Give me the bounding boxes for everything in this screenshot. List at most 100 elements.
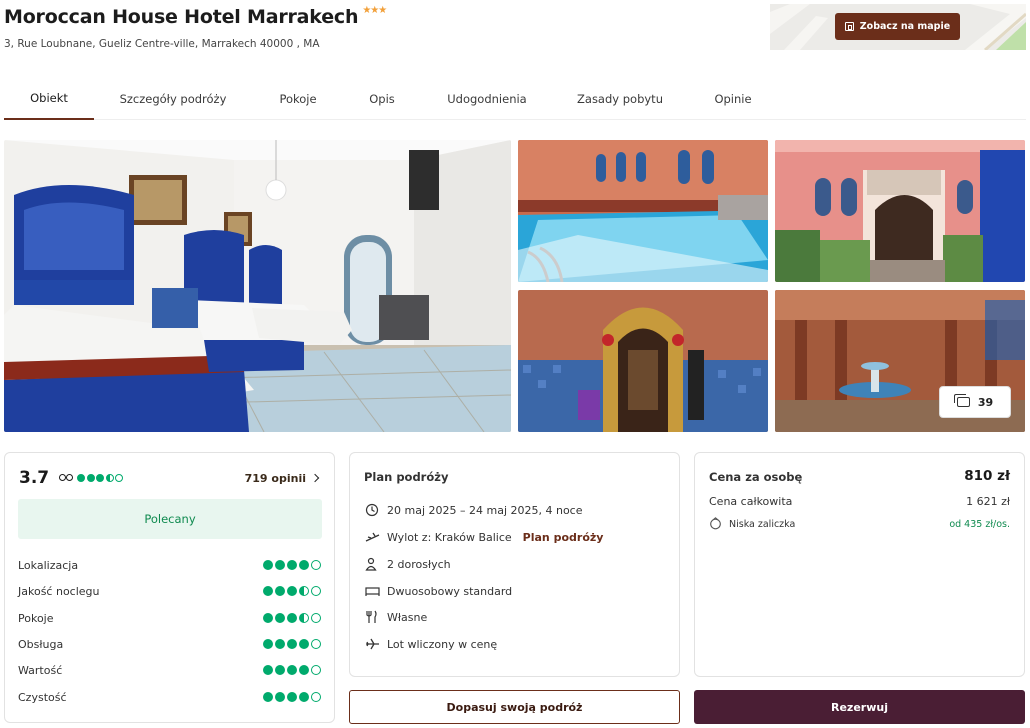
tab-opinie[interactable]: Opinie — [704, 78, 762, 120]
photo-interior-door[interactable] — [518, 290, 768, 432]
rating-row-quality: Jakość noclegu — [18, 583, 321, 599]
chevron-right-icon — [310, 473, 320, 483]
rating-dot — [275, 560, 285, 570]
tab-udogodnienia[interactable]: Udogodnienia — [440, 78, 534, 120]
customize-trip-button[interactable]: Dopasuj swoją podróż — [349, 690, 680, 724]
star-rating: ★★★ — [362, 5, 387, 16]
price-total: Cena całkowita 1 621 zł — [709, 493, 1010, 509]
rating-dot — [105, 474, 114, 482]
plan-board: Własne — [364, 609, 665, 625]
rating-row-dots — [263, 586, 321, 596]
rating-dot — [287, 613, 297, 623]
rating-dot — [275, 639, 285, 649]
bedroom-image — [4, 140, 511, 432]
price-card: Cena za osobę 810 zł Cena całkowita 1 62… — [694, 452, 1025, 677]
rating-row-label: Jakość noclegu — [18, 584, 100, 598]
plan-board-text: Własne — [387, 610, 428, 624]
rating-row-service: Obsługa — [18, 636, 321, 652]
cutlery-icon — [364, 610, 380, 624]
photo-count-value: 39 — [977, 395, 994, 409]
photo-courtyard-fountain[interactable]: 39 — [775, 290, 1025, 432]
price-deposit: Niska zaliczka od 435 zł/os. — [709, 516, 1010, 532]
tab-opis[interactable]: Opis — [360, 78, 404, 120]
rating-dot — [287, 665, 297, 675]
rating-dot — [299, 692, 309, 702]
price-per-person-label: Cena za osobę — [709, 470, 803, 484]
rating-dot — [275, 692, 285, 702]
rating-dot — [263, 586, 273, 596]
plan-room-text: Dwuosobowy standard — [387, 584, 513, 598]
plan-departure: Wylot z: Kraków Balice Plan podróży — [364, 529, 665, 545]
interior-door-image — [518, 290, 768, 432]
plan-departure-text: Wylot z: Kraków Balice — [387, 530, 512, 544]
rating-score: 3.7 — [19, 468, 50, 488]
rating-dot — [299, 560, 309, 570]
photo-entrance[interactable] — [775, 140, 1025, 282]
price-per-person-value: 810 zł — [964, 468, 1010, 484]
rating-row-value: Wartość — [18, 662, 321, 678]
rating-dot — [263, 639, 273, 649]
tab-pokoje[interactable]: Pokoje — [266, 78, 330, 120]
calendar-icon — [364, 503, 380, 517]
bed-icon — [364, 584, 380, 598]
plan-flight-text: Lot wliczony w cenę — [387, 637, 498, 651]
rating-dot — [311, 639, 321, 649]
rating-row-label: Obsługa — [18, 637, 64, 651]
entrance-image — [775, 140, 1025, 282]
rating-dot — [77, 474, 86, 482]
rating-row-cleanliness: Czystość — [18, 689, 321, 705]
plan-departure-link[interactable]: Plan podróży — [523, 531, 604, 544]
rating-dot — [311, 665, 321, 675]
rating-dot — [287, 639, 297, 649]
plane-icon — [364, 637, 380, 651]
show-on-map-button[interactable]: Zobacz na mapie — [835, 13, 960, 40]
photo-pool[interactable] — [518, 140, 768, 282]
plan-guests: 2 dorosłych — [364, 556, 665, 572]
book-button[interactable]: Rezerwuj — [694, 690, 1025, 724]
rating-dot — [287, 560, 297, 570]
map-preview[interactable]: Zobacz na mapie — [770, 4, 1026, 50]
trip-plan-title: Plan podróży — [364, 470, 449, 484]
tab-obiekt[interactable]: Obiekt — [4, 78, 94, 120]
piggy-bank-icon — [709, 517, 723, 531]
hotel-address: 3, Rue Loubnane, Gueliz Centre-ville, Ma… — [4, 38, 320, 50]
trip-plan-card: Plan podróży 20 maj 2025 – 24 maj 2025, … — [349, 452, 680, 677]
rating-dot — [299, 665, 309, 675]
rating-dot — [287, 586, 297, 596]
plan-room: Dwuosobowy standard — [364, 583, 665, 599]
rating-dot — [263, 665, 273, 675]
rating-dot — [275, 586, 285, 596]
rating-dots — [77, 474, 124, 482]
recommended-badge: Polecany — [18, 499, 322, 539]
rating-dot — [263, 692, 273, 702]
rating-dot — [275, 665, 285, 675]
rating-dot — [311, 613, 321, 623]
rating-row-dots — [263, 613, 321, 623]
guests-icon — [364, 557, 380, 571]
pool-image — [518, 140, 768, 282]
map-pin-icon — [844, 22, 854, 31]
price-deposit-value: od 435 zł/os. — [949, 518, 1010, 530]
tab-zasady-pobytu[interactable]: Zasady pobytu — [570, 78, 670, 120]
rating-dot — [263, 560, 273, 570]
rating-dot — [311, 692, 321, 702]
reviews-link[interactable]: 719 opinii — [245, 472, 320, 485]
rating-card: 3.7 719 opinii Polecany Lokalizacja Jako… — [4, 452, 335, 723]
show-on-map-label: Zobacz na mapie — [859, 21, 951, 32]
rating-row-dots — [263, 560, 321, 570]
rating-row-location: Lokalizacja — [18, 557, 321, 573]
rating-dot — [86, 474, 95, 482]
rating-dot — [263, 613, 273, 623]
rating-row-label: Wartość — [18, 663, 63, 677]
tab-szczegoly-podrozy[interactable]: Szczegóły podróży — [114, 78, 232, 120]
rating-dot — [96, 474, 105, 482]
hotel-name: Moroccan House Hotel Marrakech — [4, 6, 359, 28]
tripadvisor-icon — [59, 474, 74, 482]
photo-gallery-count-button[interactable]: 39 — [939, 386, 1011, 418]
plan-dates-text: 20 maj 2025 – 24 maj 2025, 4 noce — [387, 503, 583, 517]
section-tabs: Obiekt Szczegóły podróży Pokoje Opis Udo… — [4, 78, 1026, 120]
rating-dot — [299, 639, 309, 649]
main-photo-bedroom[interactable] — [4, 140, 511, 432]
rating-dot — [115, 474, 124, 482]
price-total-value: 1 621 zł — [966, 494, 1010, 508]
